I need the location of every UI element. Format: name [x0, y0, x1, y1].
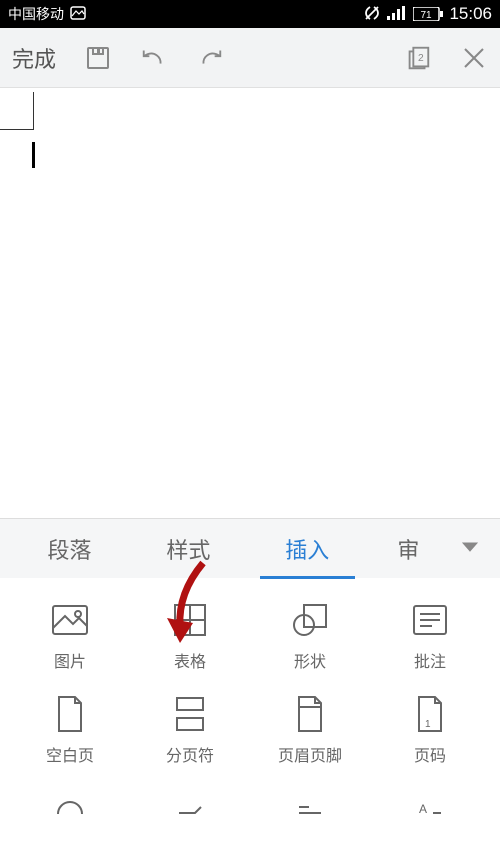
status-left: 中国移动 — [8, 4, 86, 24]
insert-comment-label: 批注 — [414, 648, 446, 672]
insert-image[interactable]: 图片 — [15, 600, 125, 672]
battery-icon: 71 /* battery text bound below via data-… — [413, 7, 443, 21]
insert-table[interactable]: 表格 — [135, 600, 245, 672]
insert-panel: 图片 表格 形状 批注 空白页 — [0, 578, 500, 828]
pages-icon[interactable]: 2 — [404, 44, 432, 72]
insert-partial-1[interactable] — [15, 788, 125, 828]
time-label: 15:06 — [449, 4, 492, 24]
partial-icon-4: A — [410, 788, 450, 828]
header-footer-icon — [290, 694, 330, 734]
editor-toolbar: 完成 2 — [0, 28, 500, 88]
insert-partial-3[interactable] — [255, 788, 365, 828]
insert-image-label: 图片 — [54, 648, 86, 672]
close-icon[interactable] — [460, 44, 488, 72]
insert-blank-page[interactable]: 空白页 — [15, 694, 125, 766]
insert-pagenumber-label: 页码 — [414, 742, 446, 766]
tab-more-icon[interactable] — [450, 540, 490, 558]
save-icon[interactable] — [84, 44, 112, 72]
redo-icon[interactable] — [196, 44, 224, 72]
insert-shape[interactable]: 形状 — [255, 600, 365, 672]
status-bar: 中国移动 71 /* battery text bound below via … — [0, 0, 500, 28]
insert-partial-4[interactable]: A — [375, 788, 485, 828]
page-count-text: 2 — [418, 52, 424, 63]
table-icon — [170, 600, 210, 640]
carrier-label: 中国移动 — [8, 4, 64, 24]
tab-style-label: 样式 — [166, 538, 210, 563]
partial-icon-2 — [170, 788, 210, 828]
screenshot-icon — [70, 6, 86, 23]
tab-insert[interactable]: 插入 — [248, 521, 367, 577]
signal-icon — [387, 6, 407, 23]
undo-icon[interactable] — [140, 44, 168, 72]
insert-page-number[interactable]: 1 页码 — [375, 694, 485, 766]
shape-icon — [290, 600, 330, 640]
insert-shape-label: 形状 — [294, 648, 326, 672]
insert-page-break[interactable]: 分页符 — [135, 694, 245, 766]
partial-icon-1 — [50, 788, 90, 828]
svg-text:1: 1 — [425, 719, 431, 730]
tab-style[interactable]: 样式 — [129, 521, 248, 577]
page-number-icon: 1 — [410, 694, 450, 734]
tab-insert-label: 插入 — [285, 538, 329, 563]
insert-headerfooter-label: 页眉页脚 — [278, 742, 342, 766]
battery-level: 71 — [421, 10, 433, 21]
insert-blank-label: 空白页 — [46, 742, 94, 766]
insert-header-footer[interactable]: 页眉页脚 — [255, 694, 365, 766]
status-right: 71 /* battery text bound below via data-… — [363, 4, 492, 25]
comment-icon — [410, 600, 450, 640]
insert-table-label: 表格 — [174, 648, 206, 672]
image-icon — [50, 600, 90, 640]
svg-text:A: A — [419, 802, 427, 815]
mute-icon — [363, 4, 381, 25]
document-canvas[interactable] — [0, 88, 500, 518]
done-button[interactable]: 完成 — [12, 42, 56, 74]
blank-page-icon — [50, 694, 90, 734]
insert-pagebreak-label: 分页符 — [166, 742, 214, 766]
tab-review[interactable]: 审 — [367, 521, 450, 577]
insert-comment[interactable]: 批注 — [375, 600, 485, 672]
tab-paragraph-label: 段落 — [47, 538, 91, 563]
panel-tabs: 段落 样式 插入 审 — [0, 518, 500, 578]
page-break-icon — [170, 694, 210, 734]
partial-icon-3 — [290, 788, 330, 828]
text-cursor — [32, 142, 35, 168]
insert-partial-2[interactable] — [135, 788, 245, 828]
tab-paragraph[interactable]: 段落 — [10, 521, 129, 577]
tab-review-label: 审 — [397, 538, 419, 563]
page-corner-mark — [0, 92, 34, 130]
